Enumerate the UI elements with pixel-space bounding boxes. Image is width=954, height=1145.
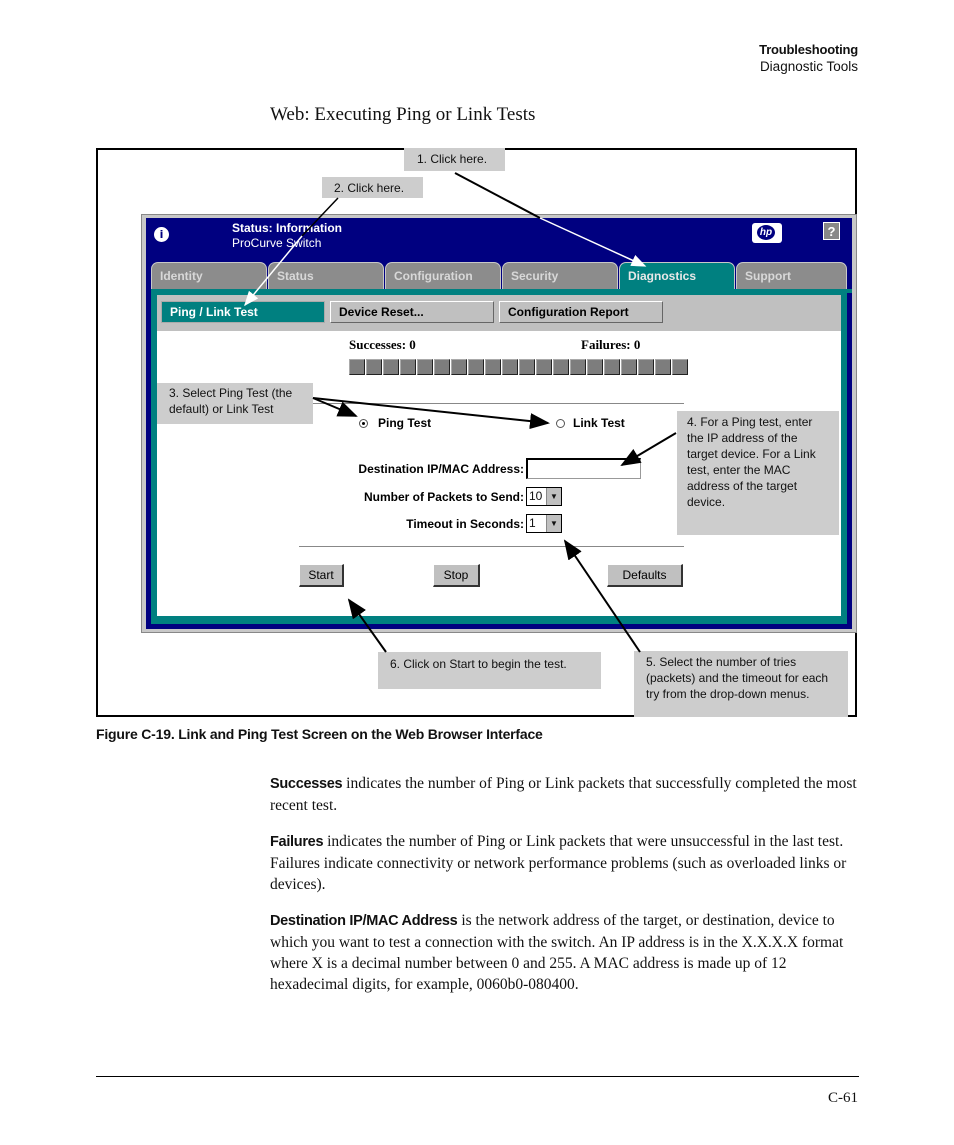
help-button[interactable]: ? [823,222,840,240]
stop-button[interactable]: Stop [433,564,480,587]
packets-value: 10 [529,489,543,503]
tab-bar: Identity Status Configuration Security D… [151,262,852,289]
info-icon: i [154,227,169,242]
paragraph-successes: Successes indicates the number of Ping o… [270,773,860,816]
callout-4: 4. For a Ping test, enter the IP address… [677,411,839,535]
progress-segment [485,359,501,375]
progress-segment [451,359,467,375]
footer-rule [96,1076,859,1077]
figure-caption: Figure C-19. Link and Ping Test Screen o… [96,726,543,742]
progress-segment [536,359,552,375]
progress-segment [468,359,484,375]
timeout-select[interactable]: 1 ▼ [526,514,562,533]
progress-segment [604,359,620,375]
callout-5: 5. Select the number of tries (packets) … [634,651,848,717]
sub-navigation: Ping / Link Test Device Reset... Configu… [157,295,841,331]
progress-segment [587,359,603,375]
progress-segment [621,359,637,375]
callout-2: 2. Click here. [322,177,423,198]
paragraph-failures: Failures indicates the number of Ping or… [270,831,860,895]
start-button[interactable]: Start [299,564,344,587]
tab-status[interactable]: Status [268,262,384,289]
chevron-down-icon[interactable]: ▼ [546,515,561,532]
timeout-value: 1 [529,516,536,530]
callout-3: 3. Select Ping Test (the default) or Lin… [157,383,313,424]
progress-segment [366,359,382,375]
tab-diagnostics[interactable]: Diagnostics [619,262,735,289]
packets-select[interactable]: 10 ▼ [526,487,562,506]
status-title: Status: Information [232,221,342,235]
tab-identity[interactable]: Identity [151,262,267,289]
running-header-chapter: Troubleshooting [759,42,858,57]
failures-count: Failures: 0 [581,337,641,352]
defaults-button[interactable]: Defaults [607,564,683,587]
destination-address-input[interactable] [526,458,641,479]
callout-1: 1. Click here. [404,148,505,171]
progress-segment [434,359,450,375]
progress-segment [383,359,399,375]
term-failures: Failures [270,834,324,850]
desc-successes: indicates the number of Ping or Link pac… [270,775,857,814]
divider-bottom [299,546,684,548]
progress-bar [349,359,688,375]
link-test-radio[interactable] [556,419,565,428]
ping-link-test-button[interactable]: Ping / Link Test [161,301,325,323]
destination-label: Destination IP/MAC Address: [358,462,524,476]
progress-segment [638,359,654,375]
timeout-label: Timeout in Seconds: [406,517,524,531]
ping-test-label: Ping Test [378,416,432,430]
progress-segment [570,359,586,375]
tab-security[interactable]: Security [502,262,618,289]
callout-6: 6. Click on Start to begin the test. [378,652,601,689]
paragraph-destination: Destination IP/MAC Address is the networ… [270,910,860,995]
progress-segment [400,359,416,375]
link-test-label: Link Test [573,416,625,430]
running-header-section: Diagnostic Tools [759,59,858,74]
progress-segment [417,359,433,375]
progress-segment [655,359,671,375]
page-number: C-61 [828,1090,858,1106]
progress-segment [349,359,365,375]
progress-segment [672,359,688,375]
term-destination: Destination IP/MAC Address [270,913,458,929]
configuration-report-button[interactable]: Configuration Report [499,301,663,323]
progress-segment [553,359,569,375]
packets-label: Number of Packets to Send: [363,490,524,504]
successes-count: Successes: 0 [349,337,416,352]
tab-support[interactable]: Support [736,262,847,289]
section-title: Web: Executing Ping or Link Tests [270,104,536,125]
hp-logo-text: hp [757,225,775,240]
hp-logo-icon: hp [752,223,782,243]
device-reset-button[interactable]: Device Reset... [330,301,494,323]
progress-segment [502,359,518,375]
ping-test-radio[interactable] [359,419,368,428]
desc-failures: indicates the number of Ping or Link pac… [270,833,847,893]
progress-segment [519,359,535,375]
tab-configuration[interactable]: Configuration [385,262,501,289]
term-successes: Successes [270,776,343,792]
chevron-down-icon[interactable]: ▼ [546,488,561,505]
product-name: ProCurve Switch [232,236,322,250]
